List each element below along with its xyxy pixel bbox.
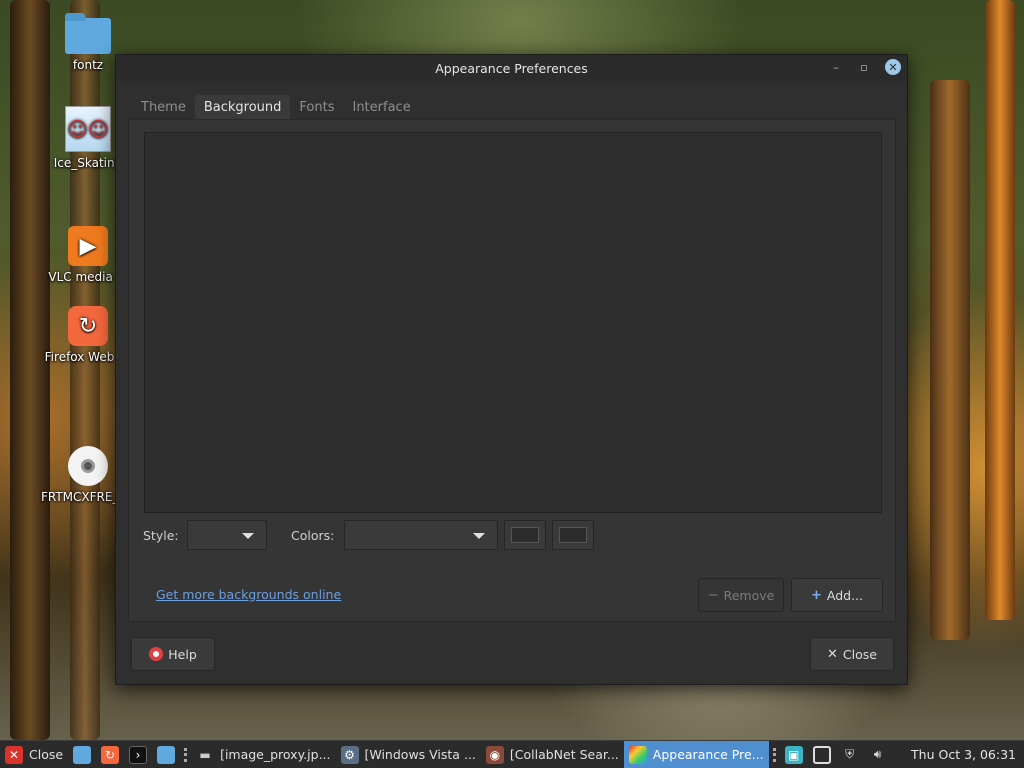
colors-label: Colors:	[291, 528, 335, 543]
taskbar-window-label: [image_proxy.jp...	[220, 747, 331, 762]
tray-volume[interactable]: 🔊︎	[864, 741, 892, 768]
minimize-icon[interactable]: –	[829, 61, 843, 74]
folder-icon	[157, 745, 176, 764]
launcher-firefox[interactable]: ↻	[96, 741, 124, 768]
firefox-icon: ↻	[68, 306, 108, 346]
minus-icon: ▬	[199, 747, 211, 762]
plus-icon: +	[810, 587, 822, 603]
tab-interface[interactable]: Interface	[343, 95, 419, 121]
primary-color-button[interactable]	[504, 520, 546, 550]
app-icon: ⚙	[340, 745, 359, 764]
add-label: Add...	[826, 587, 864, 603]
vlc-icon: ▶	[68, 226, 108, 266]
remove-label: Remove	[723, 587, 775, 603]
appearance-icon	[628, 745, 647, 764]
taskbar-window-label: [Windows Vista ...	[364, 747, 476, 762]
show-desktop-button[interactable]	[68, 741, 96, 768]
folder-icon	[65, 13, 111, 54]
chevron-down-icon	[473, 533, 485, 539]
colors-dropdown[interactable]	[344, 520, 498, 550]
tab-fonts[interactable]: Fonts	[290, 95, 343, 121]
tree-trunk	[930, 80, 970, 640]
help-label: Help	[168, 646, 197, 662]
taskbar-window-image-proxy[interactable]: ▬ [image_proxy.jp...	[191, 741, 335, 768]
taskbar-separator	[772, 747, 776, 762]
taskbar-window-label: Appearance Pre...	[652, 747, 764, 762]
taskbar-window-appearance[interactable]: Appearance Pre...	[623, 740, 769, 768]
help-icon	[149, 647, 164, 661]
remove-button[interactable]: − Remove	[698, 578, 784, 612]
appearance-preferences-dialog: Appearance Preferences – ▫ ✕ Theme Backg…	[115, 54, 908, 685]
dialog-titlebar[interactable]: Appearance Preferences – ▫ ✕	[116, 55, 907, 81]
help-button[interactable]: Help	[131, 637, 215, 671]
secondary-color-button[interactable]	[552, 520, 594, 550]
tray-network[interactable]: ▣	[780, 741, 808, 768]
taskbar-close-label: Close	[29, 747, 64, 762]
tab-theme[interactable]: Theme	[132, 95, 195, 121]
launcher-files[interactable]	[152, 741, 180, 768]
tab-background[interactable]: Background	[194, 95, 291, 121]
close-window-icon: ✕	[5, 745, 23, 764]
taskbar-close-button[interactable]: ✕ Close	[0, 741, 68, 768]
taskbar-window-label: [CollabNet Sear...	[509, 747, 619, 762]
tab-bar: Theme Background Fonts Interface	[132, 95, 420, 121]
tray-security[interactable]: ⛨	[836, 741, 864, 768]
terminal-icon: ›	[129, 745, 148, 764]
tree-trunk	[985, 0, 1015, 620]
firefox-icon: ↻	[101, 745, 120, 764]
close-x-icon: ✕	[827, 646, 838, 662]
tray-window-list[interactable]	[808, 741, 836, 768]
chevron-down-icon	[242, 533, 254, 539]
taskbar-separator	[184, 747, 188, 762]
add-button[interactable]: + Add...	[791, 578, 883, 612]
taskbar-window-collabnet[interactable]: ◉ [CollabNet Sear...	[481, 741, 624, 768]
volume-icon: 🔊︎	[873, 747, 882, 761]
network-icon: ▣	[784, 745, 803, 764]
get-more-backgrounds-link[interactable]: Get more backgrounds online	[156, 587, 341, 602]
close-label: Close	[842, 646, 877, 662]
color-swatch	[559, 527, 587, 543]
background-panel: Style: Colors: Get more backgrounds onli…	[128, 119, 896, 622]
color-swatch	[511, 527, 539, 543]
disc-icon	[68, 446, 108, 486]
image-file-icon: ☺☺	[65, 106, 111, 152]
close-icon[interactable]: ✕	[885, 59, 901, 75]
dialog-title: Appearance Preferences	[435, 60, 588, 76]
close-button[interactable]: ✕ Close	[810, 637, 894, 671]
restore-icon[interactable]: ▫	[857, 61, 871, 74]
style-dropdown[interactable]	[187, 520, 267, 550]
taskbar: ✕ Close ↻ › ▬ [image_proxy.jp... ⚙ [Wind…	[0, 740, 1024, 768]
shield-icon: ⛨	[845, 747, 855, 761]
minus-icon: −	[707, 587, 719, 603]
launcher-terminal[interactable]: ›	[124, 741, 152, 768]
taskbar-clock[interactable]: Thu Oct 3, 06:31	[906, 741, 1024, 768]
desktop-icon	[73, 745, 92, 764]
window-icon	[812, 745, 831, 764]
app-icon: ◉	[485, 745, 504, 764]
style-label: Style:	[143, 528, 179, 543]
background-list[interactable]	[144, 132, 882, 513]
taskbar-window-windows-vista[interactable]: ⚙ [Windows Vista ...	[336, 741, 481, 768]
